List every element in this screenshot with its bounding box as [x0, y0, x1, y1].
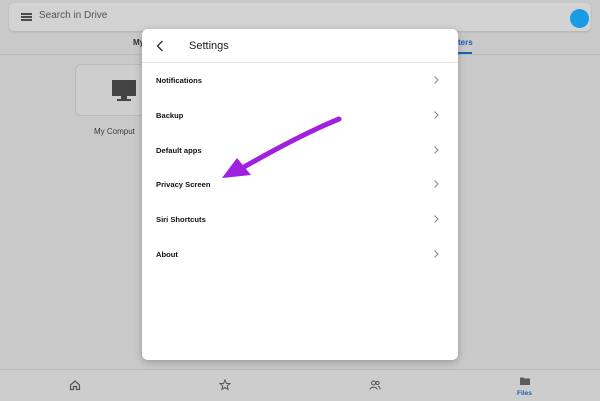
shared-icon[interactable] [369, 379, 381, 391]
menu-icon[interactable] [21, 13, 32, 21]
star-icon[interactable] [219, 379, 231, 391]
settings-item-label: About [156, 249, 178, 259]
home-icon[interactable] [69, 379, 81, 391]
settings-dialog: Settings Notifications Backup Default ap… [142, 29, 458, 360]
settings-item-label: Siri Shortcuts [156, 215, 206, 225]
settings-item-label: Notifications [156, 76, 202, 85]
settings-item-siri-shortcuts[interactable]: Siri Shortcuts [142, 202, 458, 237]
bottom-nav: Files [0, 369, 600, 401]
chevron-right-icon [434, 250, 439, 258]
search-bar[interactable]: Search in Drive [9, 3, 591, 31]
settings-item-default-apps[interactable]: Default apps [142, 133, 458, 168]
folder-icon[interactable] [519, 375, 531, 387]
chevron-right-icon [434, 76, 439, 84]
avatar[interactable] [570, 9, 589, 28]
tab-computers[interactable]: ters [458, 38, 473, 47]
files-label[interactable]: Files [517, 390, 532, 397]
search-placeholder: Search in Drive [39, 10, 108, 21]
chevron-right-icon [434, 110, 439, 119]
settings-item-backup[interactable]: Backup [142, 98, 458, 133]
dialog-title: Settings [189, 40, 229, 52]
settings-item-label: Privacy Screen [156, 180, 211, 190]
computer-label: My Comput [94, 127, 135, 136]
computer-icon [112, 80, 136, 101]
chevron-right-icon [434, 215, 439, 224]
settings-item-label: Default apps [156, 145, 202, 155]
settings-item-notifications[interactable]: Notifications [142, 63, 458, 98]
settings-item-label: Backup [156, 110, 184, 120]
settings-item-privacy-screen[interactable]: Privacy Screen [142, 167, 458, 202]
settings-item-about[interactable]: About [142, 237, 458, 272]
chevron-right-icon [434, 145, 439, 154]
chevron-right-icon [434, 180, 439, 189]
settings-list: Notifications Backup Default apps Privac… [142, 63, 458, 272]
back-arrow-icon[interactable] [155, 40, 165, 52]
